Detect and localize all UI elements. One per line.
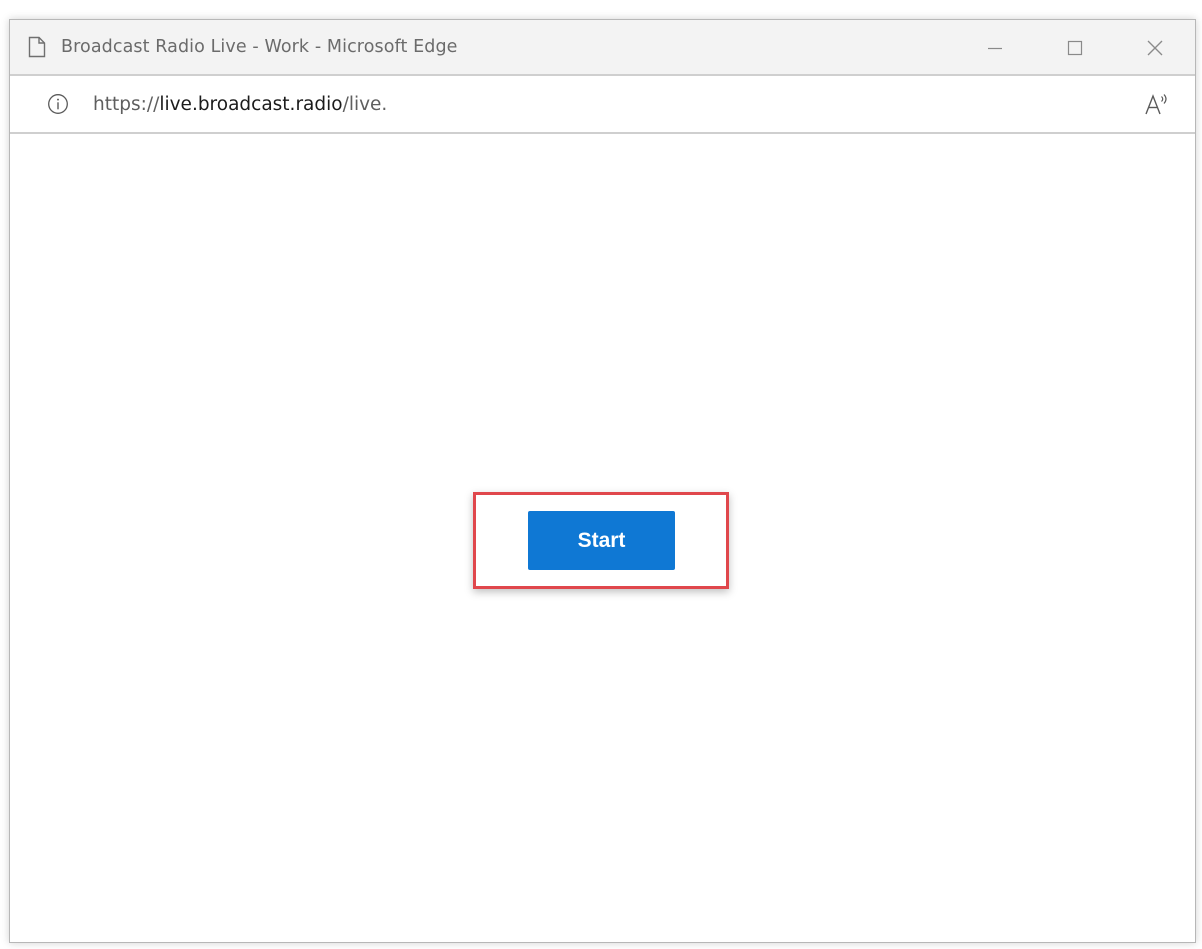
url-scheme: https:// bbox=[93, 93, 160, 115]
maximize-icon bbox=[1067, 40, 1083, 56]
minimize-icon bbox=[988, 47, 1002, 50]
close-icon bbox=[1147, 40, 1163, 56]
url-text[interactable]: https://live.broadcast.radio/live. bbox=[93, 94, 387, 115]
read-aloud-icon bbox=[1145, 94, 1167, 115]
maximize-button[interactable] bbox=[1035, 20, 1115, 76]
browser-window: Broadcast Radio Live - Work - Microsoft … bbox=[9, 19, 1196, 943]
start-button[interactable]: Start bbox=[528, 511, 675, 570]
url-host: live.broadcast.radio bbox=[159, 93, 343, 115]
page-content: Start bbox=[10, 134, 1195, 942]
window-title: Broadcast Radio Live - Work - Microsoft … bbox=[61, 37, 458, 57]
page-icon bbox=[26, 35, 48, 59]
title-bar: Broadcast Radio Live - Work - Microsoft … bbox=[10, 20, 1195, 76]
info-icon[interactable] bbox=[47, 93, 69, 115]
read-aloud-button[interactable] bbox=[1143, 92, 1171, 118]
window-controls bbox=[955, 20, 1195, 76]
close-button[interactable] bbox=[1115, 20, 1195, 76]
url-path: /live. bbox=[342, 93, 388, 115]
minimize-button[interactable] bbox=[955, 20, 1035, 76]
address-bar[interactable]: https://live.broadcast.radio/live. bbox=[10, 76, 1195, 134]
